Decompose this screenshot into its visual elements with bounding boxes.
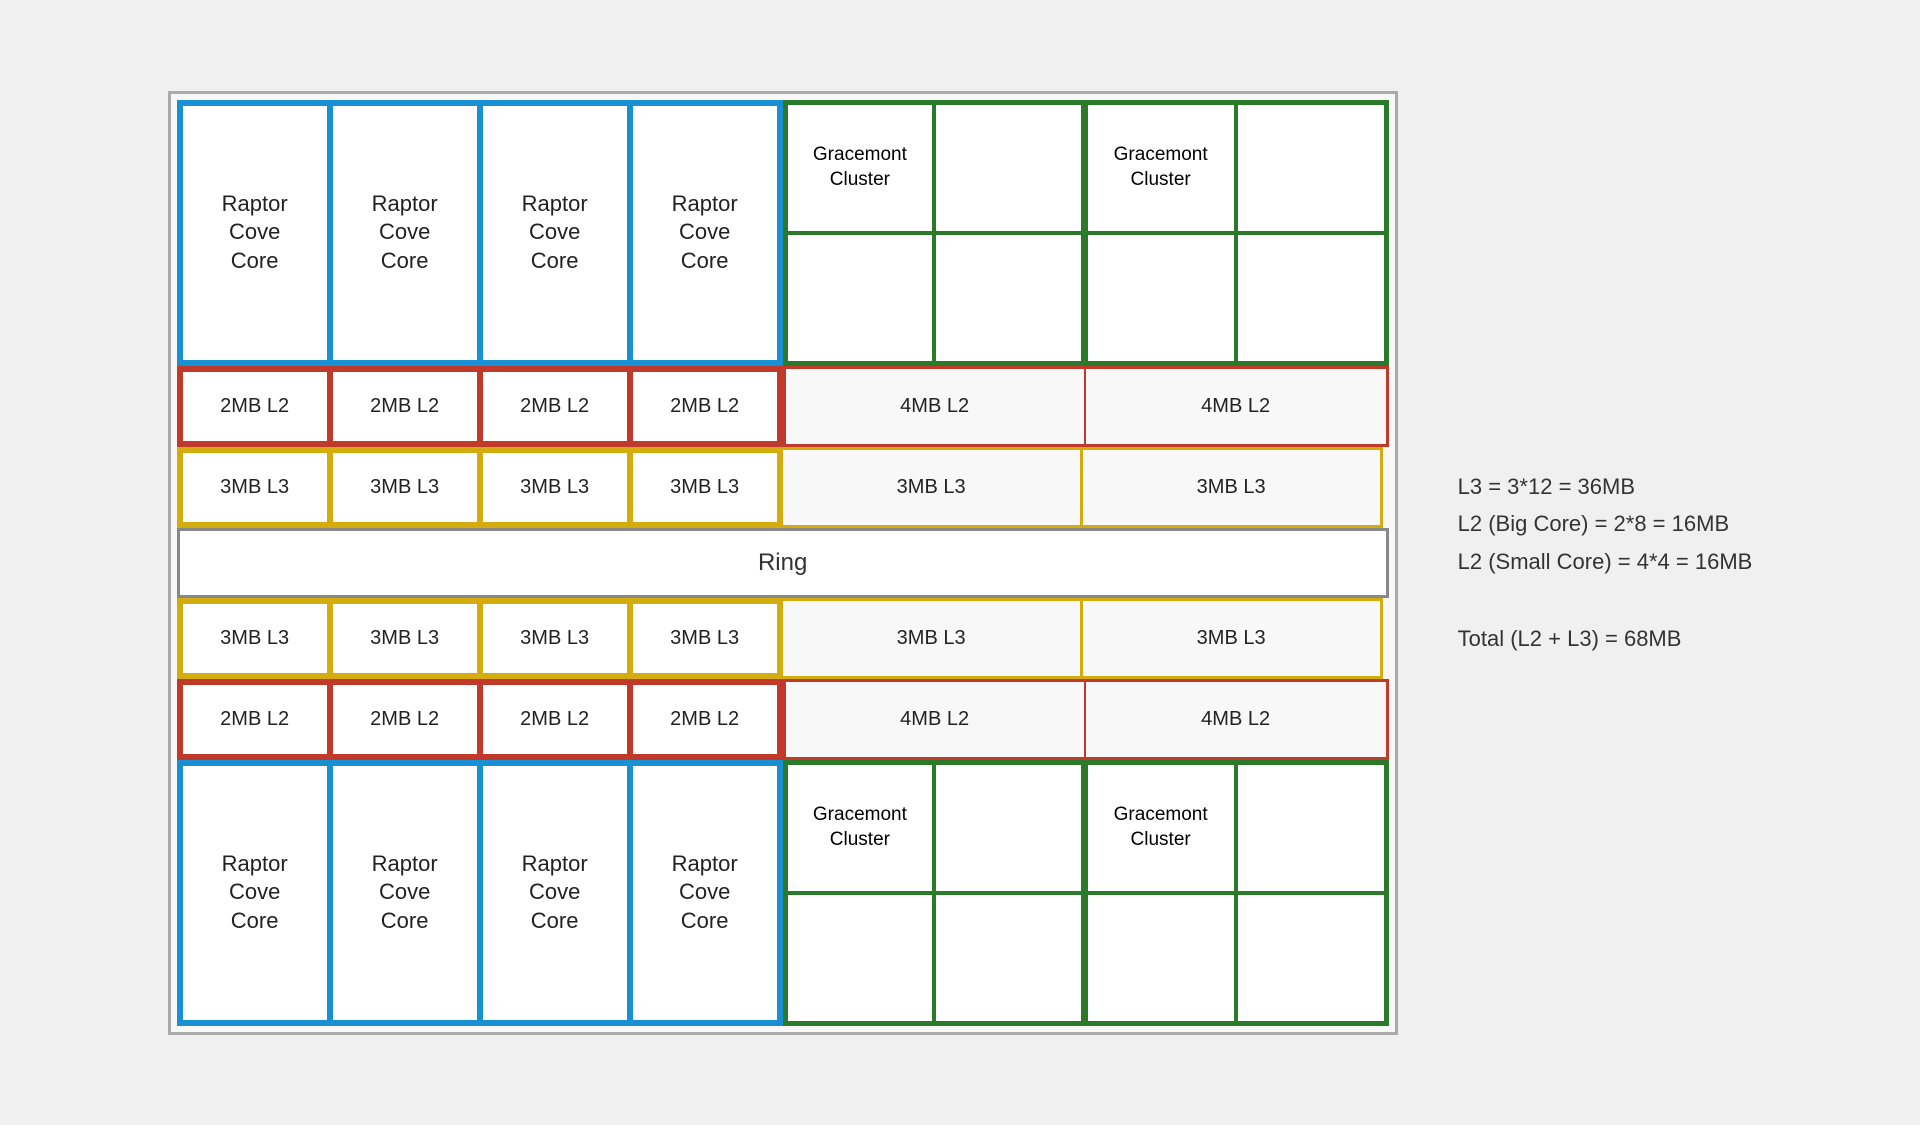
gracemont-bot-sub-5: GracemontCluster: [1086, 763, 1236, 893]
raptor-core-bot-4: RaptorCoveCore: [630, 763, 780, 1023]
raptor-core-bot-2: RaptorCoveCore: [330, 763, 480, 1023]
gracemont-bot-sub-8: [1236, 893, 1386, 1023]
raptor-top-group: RaptorCoveCore RaptorCoveCore RaptorCove…: [177, 100, 783, 366]
gracemont-sub-8: [1236, 233, 1386, 363]
gracemont-sub-6: [1236, 103, 1386, 233]
gracemont-sub-7: [1086, 233, 1236, 363]
raptor-core-bot-3: RaptorCoveCore: [480, 763, 630, 1023]
l2-big-bot-4: 2MB L2: [630, 682, 780, 757]
l3-bot-5: 3MB L3: [780, 601, 1080, 676]
l2-small-bottom-group: 4MB L2 4MB L2: [783, 679, 1389, 760]
l2-big-top-2: 2MB L2: [330, 369, 480, 444]
l3-top-1: 3MB L3: [180, 450, 330, 525]
top-l2-row: 2MB L2 2MB L2 2MB L2 2MB L2 4MB L2 4MB L…: [177, 366, 1389, 447]
l3-bottom-group: 3MB L3 3MB L3 3MB L3 3MB L3 3MB L3 3MB L…: [177, 598, 1383, 679]
l2-big-bot-2: 2MB L2: [330, 682, 480, 757]
l2-small-top-2: 4MB L2: [1086, 369, 1386, 444]
l3-top-5: 3MB L3: [780, 450, 1080, 525]
l3-top-2: 3MB L3: [330, 450, 480, 525]
cache-formulas: L3 = 3*12 = 36MB L2 (Big Core) = 2*8 = 1…: [1458, 468, 1753, 580]
l3-bot-6: 3MB L3: [1080, 601, 1380, 676]
bottom-l2-row: 2MB L2 2MB L2 2MB L2 2MB L2 4MB L2 4MB L…: [177, 679, 1389, 760]
l2-big-top-4: 2MB L2: [630, 369, 780, 444]
raptor-core-bot-1: RaptorCoveCore: [180, 763, 330, 1023]
gracemont-bot-sub-4: [934, 893, 1083, 1023]
l2-big-top-1: 2MB L2: [180, 369, 330, 444]
architecture-diagram: RaptorCoveCore RaptorCoveCore RaptorCove…: [168, 91, 1398, 1035]
l2-small-bot-2: 4MB L2: [1086, 682, 1386, 757]
gracemont-bot-sub-1: GracemontCluster: [786, 763, 935, 893]
gracemont-bot-sub-7: [1086, 893, 1236, 1023]
raptor-core-top-3: RaptorCoveCore: [480, 103, 630, 363]
legend-panel: L3 = 3*12 = 36MB L2 (Big Core) = 2*8 = 1…: [1458, 468, 1753, 658]
bottom-l3-row: 3MB L3 3MB L3 3MB L3 3MB L3 3MB L3 3MB L…: [177, 598, 1389, 679]
gracemont-bot-sub-2: [934, 763, 1083, 893]
l3-top-4: 3MB L3: [630, 450, 780, 525]
l2-small-formula: L2 (Small Core) = 4*4 = 16MB: [1458, 543, 1753, 580]
gracemont-sub-4: [934, 233, 1083, 363]
l2-big-bot-1: 2MB L2: [180, 682, 330, 757]
gracemont-bot-sub-6: [1236, 763, 1386, 893]
l2-small-bot-1: 4MB L2: [786, 682, 1086, 757]
l3-bot-1: 3MB L3: [180, 601, 330, 676]
l2-small-top-1: 4MB L2: [786, 369, 1086, 444]
top-l3-row: 3MB L3 3MB L3 3MB L3 3MB L3 3MB L3 3MB L…: [177, 447, 1389, 528]
raptor-bottom-group: RaptorCoveCore RaptorCoveCore RaptorCove…: [177, 760, 783, 1026]
l2-big-bottom-group: 2MB L2 2MB L2 2MB L2 2MB L2: [177, 679, 783, 760]
l3-top-6: 3MB L3: [1080, 450, 1380, 525]
l2-big-top-group: 2MB L2 2MB L2 2MB L2 2MB L2: [177, 366, 783, 447]
ring-row: Ring: [177, 528, 1389, 598]
raptor-core-top-4: RaptorCoveCore: [630, 103, 780, 363]
top-cores-row: RaptorCoveCore RaptorCoveCore RaptorCove…: [177, 100, 1389, 366]
total-formula: Total (L2 + L3) = 68MB: [1458, 620, 1753, 657]
l2-small-top-group: 4MB L2 4MB L2: [783, 366, 1389, 447]
raptor-core-top-2: RaptorCoveCore: [330, 103, 480, 363]
gracemont-bot-sub-3: [786, 893, 935, 1023]
gracemont-sub-5: GracemontCluster: [1086, 103, 1236, 233]
gracemont-sub-2: [934, 103, 1083, 233]
l3-bot-4: 3MB L3: [630, 601, 780, 676]
l3-top-group: 3MB L3 3MB L3 3MB L3 3MB L3 3MB L3 3MB L…: [177, 447, 1383, 528]
gracemont-sub-3: [786, 233, 935, 363]
raptor-core-top-1: RaptorCoveCore: [180, 103, 330, 363]
l2-big-formula: L2 (Big Core) = 2*8 = 16MB: [1458, 505, 1753, 542]
gracemont-sub-1: GracemontCluster: [786, 103, 935, 233]
ring-label: Ring: [758, 549, 807, 577]
l3-formula: L3 = 3*12 = 36MB: [1458, 468, 1753, 505]
gracemont-top-group: GracemontCluster GracemontCluster: [783, 100, 1389, 366]
l3-bot-3: 3MB L3: [480, 601, 630, 676]
l2-big-bot-3: 2MB L2: [480, 682, 630, 757]
bottom-cores-row: RaptorCoveCore RaptorCoveCore RaptorCove…: [177, 760, 1389, 1026]
gracemont-bottom-group: GracemontCluster GracemontCluster: [783, 760, 1389, 1026]
l3-top-3: 3MB L3: [480, 450, 630, 525]
l3-bot-2: 3MB L3: [330, 601, 480, 676]
l2-big-top-3: 2MB L2: [480, 369, 630, 444]
main-container: RaptorCoveCore RaptorCoveCore RaptorCove…: [168, 91, 1753, 1035]
